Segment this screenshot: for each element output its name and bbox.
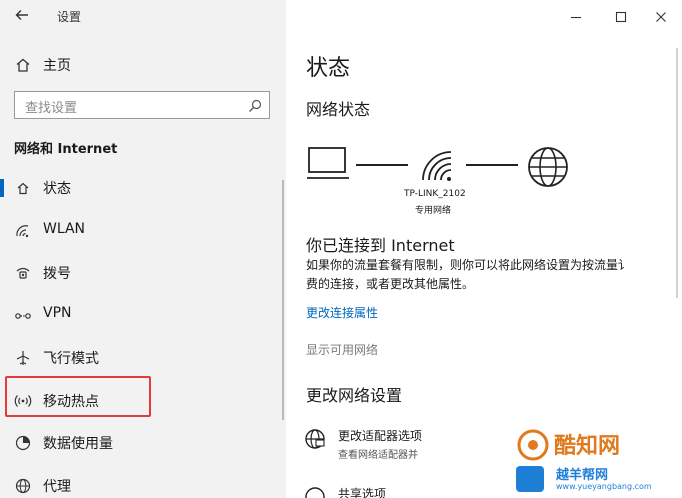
network-status-heading: 网络状态 (306, 100, 371, 119)
globe-network-icon (304, 428, 326, 450)
vpn-icon (14, 306, 32, 324)
connected-desc-line1: 如果你的流量套餐有限制，则你可以将此网络设置为按流量讠 (306, 258, 631, 272)
adapter-title: 更改适配器选项 (338, 429, 423, 443)
window-title: 设置 (57, 10, 82, 24)
section-title: 网络和 Internet (14, 142, 118, 157)
maximize-icon[interactable] (615, 8, 627, 23)
page-title: 状态 (306, 56, 351, 81)
globe-icon (14, 477, 32, 495)
main-scrollbar[interactable] (676, 48, 678, 298)
home-status-icon (14, 179, 32, 197)
connection-line (356, 164, 408, 166)
sharing-title: 共享选项 (338, 487, 387, 498)
sidebar-item-label: 数据使用量 (43, 436, 113, 452)
watermark-sub: 越羊帮网 (556, 468, 609, 483)
selected-indicator (0, 179, 4, 197)
search-input[interactable]: 查找设置 (25, 97, 77, 116)
watermark-site: www.yueyangbang.com (556, 482, 652, 491)
sidebar-item-status[interactable]: 状态 (0, 171, 284, 205)
change-settings-heading: 更改网络设置 (306, 386, 403, 405)
settings-window: 设置 主页 查找设置 网络和 Internet 状态 WLAN 拨号 VPN 飞… (0, 0, 682, 498)
adapter-desc: 查看网络适配器并 (338, 450, 418, 461)
minimize-icon[interactable] (570, 8, 582, 20)
sidebar-item-vpn[interactable]: VPN (0, 298, 284, 332)
sidebar-item-label: 代理 (43, 479, 71, 495)
sidebar-item-label: 拨号 (43, 266, 71, 282)
sidebar-item-label: 主页 (43, 58, 71, 74)
wifi-icon (14, 222, 32, 240)
close-icon[interactable] (655, 8, 667, 22)
sidebar-item-label: VPN (43, 305, 72, 321)
sidebar-item-label: WLAN (43, 221, 86, 237)
sidebar-item-proxy[interactable]: 代理 (0, 469, 284, 498)
home-icon (14, 56, 32, 74)
wifi-signal-icon (420, 148, 456, 182)
watermark-brand: 酷知网 (554, 434, 621, 459)
sidebar-item-home[interactable]: 主页 (0, 48, 284, 82)
sidebar-scrollbar[interactable] (282, 180, 284, 420)
computer-icon (306, 145, 350, 183)
connection-line (466, 164, 518, 166)
sharing-icon (304, 486, 326, 498)
network-type: 专用网络 (415, 206, 452, 216)
sidebar-item-data-usage[interactable]: 数据使用量 (0, 426, 284, 460)
watermark-badge-icon (516, 466, 544, 492)
sidebar-item-dialup[interactable]: 拨号 (0, 256, 284, 290)
sidebar-item-airplane[interactable]: 飞行模式 (0, 341, 284, 375)
main-panel: 状态 网络状态 TP-LINK_2102 专用网络 你已连接到 Internet… (286, 0, 682, 498)
watermark-logo-icon (516, 428, 550, 462)
data-usage-icon (14, 434, 32, 452)
change-properties-link[interactable]: 更改连接属性 (306, 304, 378, 321)
airplane-icon (14, 349, 32, 367)
dialup-icon (14, 264, 32, 282)
connected-desc-line2: 费的连接，或者更改其他属性。 (306, 277, 475, 291)
connected-title: 你已连接到 Internet (306, 236, 455, 255)
network-name: TP-LINK_2102 (404, 189, 466, 199)
sidebar-item-wlan[interactable]: WLAN (0, 214, 284, 248)
watermark: 酷知网 越羊帮网 www.yueyangbang.com (512, 420, 680, 496)
highlight-box (5, 376, 151, 417)
show-networks-link[interactable]: 显示可用网络 (306, 341, 378, 358)
sidebar-item-label: 状态 (43, 181, 71, 197)
sidebar: 设置 主页 查找设置 网络和 Internet 状态 WLAN 拨号 VPN 飞… (0, 0, 286, 498)
sidebar-item-label: 飞行模式 (43, 351, 99, 367)
search-icon[interactable] (248, 98, 262, 112)
back-arrow-icon[interactable] (14, 7, 30, 23)
internet-globe-icon (526, 145, 570, 189)
search-box[interactable]: 查找设置 (14, 91, 270, 119)
